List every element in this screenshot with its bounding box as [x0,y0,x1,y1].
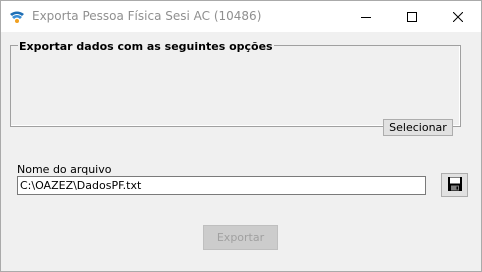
close-icon [453,11,463,22]
floppy-disk-icon [447,176,463,195]
file-name-label: Nome do arquivo [17,163,112,176]
minimize-button[interactable] [343,1,389,32]
maximize-icon [407,11,417,22]
close-button[interactable] [435,1,481,32]
file-name-input[interactable]: C:\OAZEZ\DadosPF.txt [17,176,426,195]
export-button[interactable]: Exportar [203,225,278,250]
export-dialog-window: Exporta Pessoa Física Sesi AC (10486) Ex… [0,0,482,272]
title-bar[interactable]: Exporta Pessoa Física Sesi AC (10486) [1,1,481,32]
export-options-legend: Exportar dados com as seguintes opções [18,40,274,53]
app-icon [9,8,25,24]
minimize-icon [361,12,371,22]
window-title: Exporta Pessoa Física Sesi AC (10486) [32,9,262,23]
save-file-button[interactable] [441,173,468,197]
maximize-button[interactable] [389,1,435,32]
select-button[interactable]: Selecionar [383,119,453,136]
export-options-group: Exportar dados com as seguintes opções [10,40,461,127]
